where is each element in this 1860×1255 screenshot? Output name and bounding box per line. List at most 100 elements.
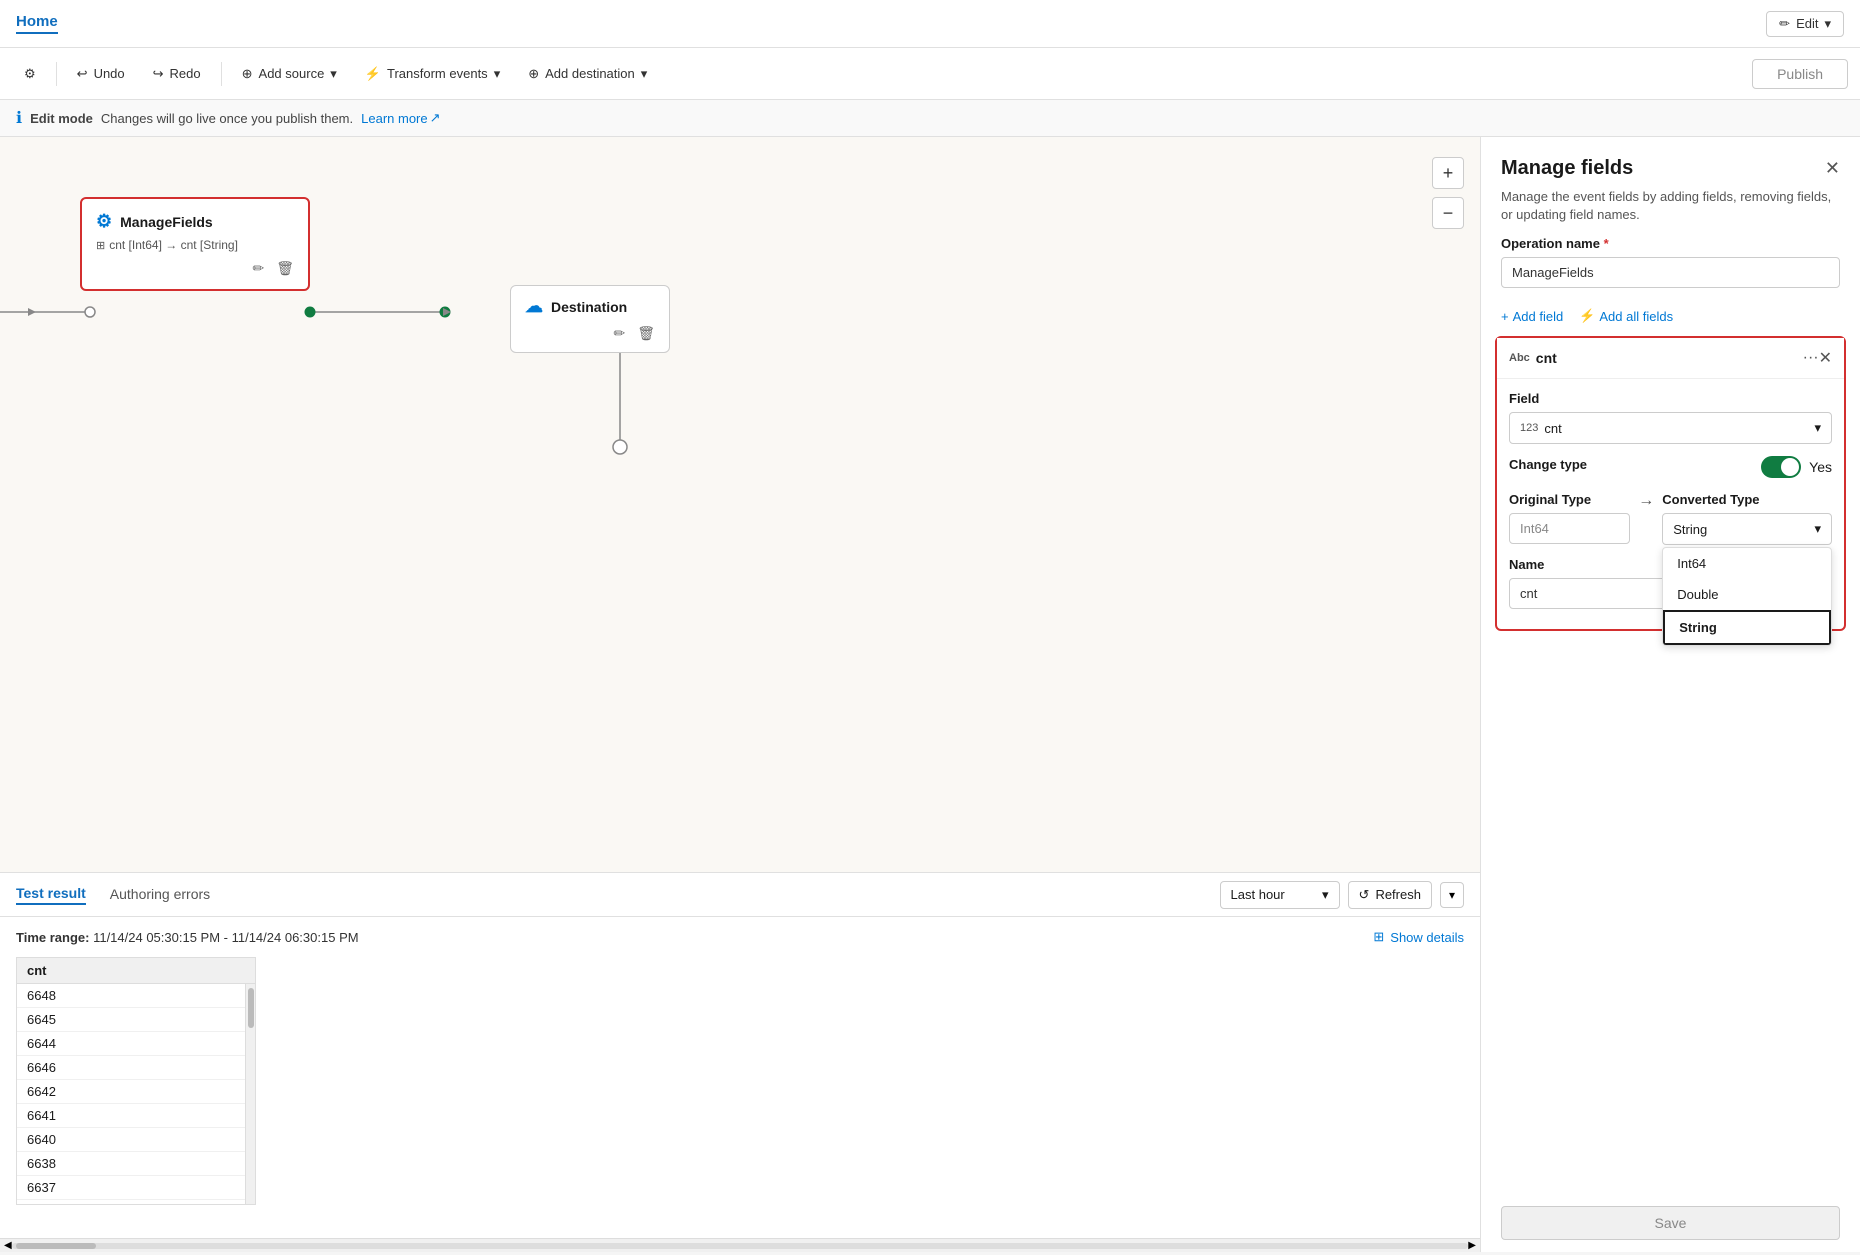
external-link-icon: ↗ — [430, 110, 441, 126]
transform-events-button[interactable]: ⚡ Transform events ▾ — [353, 60, 512, 88]
horizontal-scrollbar[interactable]: ◀ ▶ — [0, 1238, 1480, 1252]
redo-label: Redo — [170, 66, 201, 81]
undo-button[interactable]: ↩ Undo — [65, 60, 137, 88]
manage-fields-icon: ⚙ — [96, 211, 112, 232]
manage-fields-panel: Manage fields ✕ Manage the event fields … — [1480, 137, 1860, 1252]
field-select[interactable]: 123 cnt ▾ — [1509, 412, 1832, 444]
redo-icon: ↪ — [153, 66, 164, 82]
dropdown-item-double[interactable]: Double — [1663, 579, 1831, 610]
field-value: cnt — [1544, 421, 1561, 436]
field-icon: 123 — [1520, 422, 1538, 434]
save-button[interactable]: Save — [1501, 1206, 1840, 1240]
delete-dest-icon[interactable]: 🗑 — [637, 325, 655, 342]
time-range-dropdown[interactable]: Last hour ▾ — [1220, 881, 1340, 909]
tab-authoring-errors[interactable]: Authoring errors — [110, 886, 210, 904]
panel-expand-button[interactable]: ▾ — [1440, 882, 1464, 908]
operation-name-input[interactable] — [1501, 257, 1840, 288]
show-details-button[interactable]: ⊞ Show details — [1373, 929, 1464, 945]
destination-title: Destination — [551, 299, 627, 315]
dropdown-item-int64[interactable]: Int64 — [1663, 548, 1831, 579]
chevron-down-icon: ▾ — [1824, 16, 1831, 32]
table-row: 6648 — [17, 984, 255, 1008]
field-card-menu-button[interactable]: ··· — [1803, 349, 1819, 367]
divider-2 — [221, 62, 222, 86]
refresh-label: Refresh — [1375, 887, 1421, 902]
time-range-label: Time range: — [16, 930, 89, 945]
arrow-icon: → — [1638, 492, 1654, 510]
converted-type-chevron: ▾ — [1814, 521, 1821, 537]
time-range-dates: 11/14/24 05:30:15 PM - 11/14/24 06:30:15… — [93, 930, 358, 945]
edit-mode-label: Edit mode — [30, 111, 93, 126]
edit-mode-banner: ℹ Edit mode Changes will go live once yo… — [0, 100, 1860, 137]
undo-icon: ↩ — [77, 66, 88, 82]
manage-fields-node[interactable]: ⚙ ManageFields ⊞ cnt [Int64] → cnt [Stri… — [80, 197, 310, 291]
learn-more-link[interactable]: Learn more ↗ — [361, 110, 440, 126]
redo-button[interactable]: ↪ Redo — [141, 60, 213, 88]
required-asterisk: * — [1604, 236, 1609, 251]
destination-icon: ⊕ — [528, 66, 539, 82]
panel-title: Manage fields — [1501, 157, 1633, 180]
edit-node-icon[interactable]: ✏ — [252, 260, 264, 277]
edit-mode-text: Changes will go live once you publish th… — [101, 111, 353, 126]
table-row: 6640 — [17, 1128, 255, 1152]
publish-button[interactable]: Publish — [1752, 59, 1848, 89]
edit-dest-icon[interactable]: ✏ — [613, 325, 625, 342]
panel-description: Manage the event fields by adding fields… — [1481, 188, 1860, 236]
field-card-title: cnt — [1536, 350, 1803, 366]
pencil-icon: ✏ — [1779, 16, 1790, 32]
table-column-header: cnt — [17, 958, 255, 984]
zoom-out-button[interactable]: − — [1432, 197, 1464, 229]
add-field-label: Add field — [1513, 309, 1564, 324]
table-row: 6642 — [17, 1080, 255, 1104]
add-field-button[interactable]: + Add field — [1501, 309, 1563, 324]
transform-icon: ⚡ — [365, 66, 381, 82]
converted-type-value: String — [1673, 522, 1707, 537]
name-input[interactable] — [1509, 578, 1687, 609]
table-row: 6638 — [17, 1152, 255, 1176]
table-icon: ⊞ — [96, 239, 105, 252]
show-details-label: Show details — [1390, 930, 1464, 945]
divider-1 — [56, 62, 57, 86]
pipeline-canvas: ⚙ ManageFields ⊞ cnt [Int64] → cnt [Stri… — [0, 137, 1480, 872]
change-type-label: Change type — [1509, 457, 1587, 472]
field-card-type-icon: Abc — [1509, 352, 1530, 364]
original-type-input — [1509, 513, 1630, 544]
add-source-chevron: ▾ — [330, 66, 337, 82]
destination-node[interactable]: ☁ Destination ✏ 🗑 — [510, 285, 670, 353]
delete-node-icon[interactable]: 🗑 — [276, 260, 294, 277]
add-source-button[interactable]: ⊕ Add source ▾ — [230, 60, 349, 88]
table-body[interactable]: 6648664566446646664266416640663866376636 — [17, 984, 255, 1204]
info-icon: ℹ — [16, 108, 22, 128]
field-card-close-button[interactable]: ✕ — [1819, 348, 1832, 368]
scroll-left-button[interactable]: ◀ — [4, 1240, 12, 1251]
time-dropdown-chevron: ▾ — [1322, 887, 1329, 903]
panel-close-button[interactable]: ✕ — [1825, 158, 1840, 179]
zoom-in-button[interactable]: + — [1432, 157, 1464, 189]
show-details-icon: ⊞ — [1373, 929, 1384, 945]
manage-fields-subtitle: cnt [Int64] → cnt [String] — [109, 238, 238, 252]
add-destination-button[interactable]: ⊕ Add destination ▾ — [516, 60, 659, 88]
manage-fields-title: ManageFields — [120, 214, 213, 230]
refresh-button[interactable]: ↺ Refresh — [1348, 881, 1432, 909]
tab-test-result[interactable]: Test result — [16, 885, 86, 905]
change-type-toggle[interactable] — [1761, 456, 1801, 478]
scroll-right-button[interactable]: ▶ — [1468, 1240, 1476, 1251]
destination-cloud-icon: ☁ — [525, 296, 543, 317]
converted-type-label: Converted Type — [1662, 492, 1832, 507]
lightning-icon: ⚡ — [1579, 308, 1595, 324]
converted-type-dropdown[interactable]: String ▾ — [1662, 513, 1832, 545]
table-row: 6645 — [17, 1008, 255, 1032]
field-chevron: ▾ — [1814, 420, 1821, 436]
dropdown-item-string[interactable]: String — [1663, 610, 1831, 645]
add-all-fields-label: Add all fields — [1599, 309, 1673, 324]
transform-chevron: ▾ — [494, 66, 501, 82]
settings-button[interactable]: ⚙ — [12, 60, 48, 88]
home-tab[interactable]: Home — [16, 13, 58, 34]
bottom-panel: Test result Authoring errors Last hour ▾… — [0, 872, 1480, 1252]
operation-name-label: Operation name — [1501, 236, 1600, 251]
add-source-label: Add source — [259, 66, 325, 81]
add-source-icon: ⊕ — [242, 66, 253, 82]
add-all-fields-button[interactable]: ⚡ Add all fields — [1579, 308, 1673, 324]
undo-label: Undo — [94, 66, 125, 81]
edit-button[interactable]: ✏ Edit ▾ — [1766, 11, 1844, 37]
